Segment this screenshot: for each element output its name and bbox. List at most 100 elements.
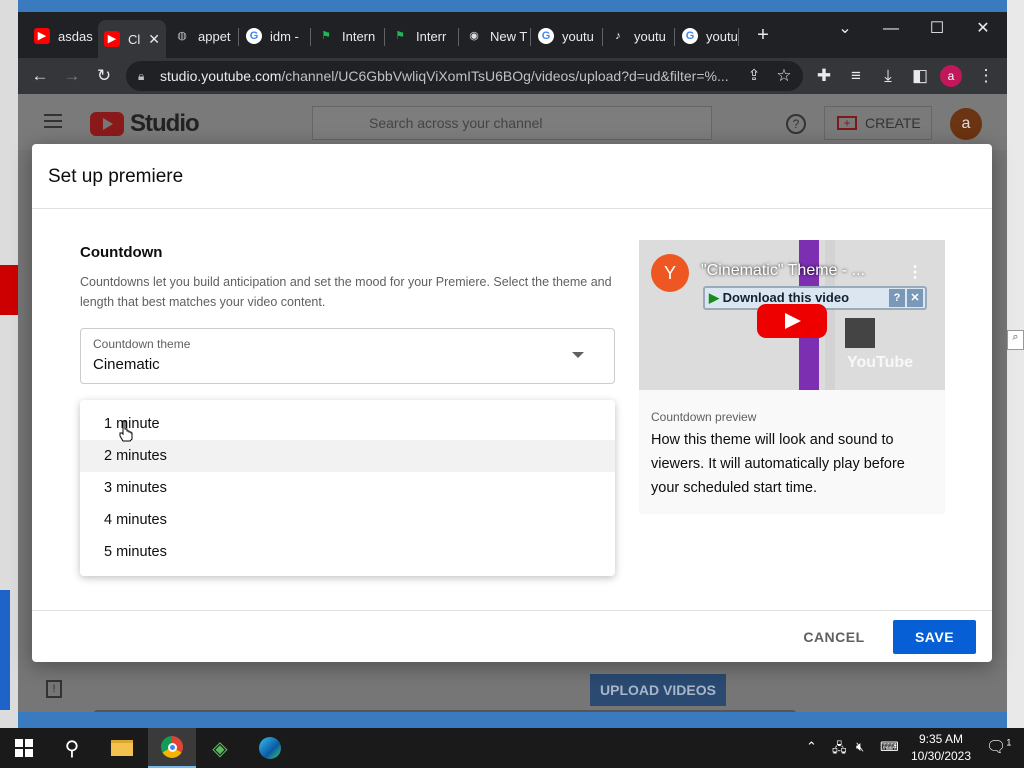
url-path: /channel/UC6GbbVwliqViXomITsU6BOg/videos… <box>281 68 729 84</box>
video-more-icon[interactable]: ⋮ <box>907 262 923 282</box>
idm-icon[interactable]: ◈ <box>196 728 244 768</box>
green-flag-icon: ⚑ <box>321 30 331 42</box>
hand-cursor-icon <box>119 420 133 442</box>
create-label: CREATE <box>865 115 921 131</box>
tab-4[interactable]: ⚑ Intern <box>312 24 382 48</box>
channel-avatar[interactable]: a <box>950 108 982 140</box>
youtube-icon: ▶ <box>34 28 50 44</box>
bookmark-star-icon[interactable]: ☆ <box>770 62 798 90</box>
youtube-logo-icon[interactable] <box>90 112 124 136</box>
keyboard-icon[interactable]: ⌨ <box>880 739 899 755</box>
tab-9[interactable]: G youtu <box>676 24 746 48</box>
countdown-length-menu: 1 minute 2 minutes 3 minutes 4 minutes 5… <box>80 400 615 576</box>
close-window-button[interactable]: ✕ <box>960 14 1006 44</box>
edge-icon[interactable] <box>246 728 294 768</box>
dropdown-caret-icon <box>572 352 584 358</box>
chrome-icon: ◉ <box>469 30 479 42</box>
countdown-theme-label: Countdown theme <box>93 337 191 351</box>
tab-8[interactable]: ♪ youtu <box>604 24 674 48</box>
channel-search-input[interactable]: Search across your channel <box>312 106 712 140</box>
new-tab-button[interactable]: + <box>740 20 786 50</box>
notification-count: 1 <box>1006 737 1012 748</box>
network-icon[interactable]: 🖧︎ <box>832 739 847 761</box>
forward-arrow-icon[interactable]: → <box>58 62 86 90</box>
tab-3[interactable]: G idm - <box>240 24 308 48</box>
tab-separator <box>530 28 531 46</box>
url-host: studio.youtube.com <box>160 68 282 84</box>
maximize-button[interactable]: ☐ <box>914 14 960 44</box>
preview-video-player[interactable]: Y "Cinematic" Theme - ... ⋮ ▶ Download t… <box>639 240 945 390</box>
video-title: "Cinematic" Theme - ... <box>701 262 865 279</box>
tab-separator <box>738 28 739 46</box>
lock-icon: 🔒︎ <box>138 69 145 83</box>
studio-header: Studio Search across your channel ? + CR… <box>18 94 1007 150</box>
menu-hamburger-icon[interactable] <box>44 114 62 128</box>
upload-videos-button[interactable]: UPLOAD VIDEOS <box>590 674 726 706</box>
menu-option-3-minutes[interactable]: 3 minutes <box>80 472 615 504</box>
tab-separator <box>384 28 385 46</box>
help-icon[interactable]: ? <box>786 114 806 134</box>
banner-help-icon[interactable]: ? <box>889 289 905 307</box>
tab-1[interactable]: ▶ Cl ✕ <box>98 20 166 58</box>
background-window-bar <box>0 590 10 710</box>
menu-option-2-minutes[interactable]: 2 minutes <box>80 440 615 472</box>
chrome-taskbar-icon[interactable] <box>148 728 196 768</box>
address-bar[interactable]: 🔒︎ studio.youtube.com/channel/UC6GbbVwli… <box>126 61 803 91</box>
back-arrow-icon[interactable]: ← <box>26 62 54 90</box>
tab-label: youtu <box>706 28 738 44</box>
menu-option-4-minutes[interactable]: 4 minutes <box>80 504 615 536</box>
volume-muted-icon[interactable]: 🔇︎ <box>856 739 864 755</box>
notification-center-icon[interactable]: 🗨︎1 <box>986 737 1011 757</box>
tab-separator <box>458 28 459 46</box>
tab-label: Intern <box>342 28 376 44</box>
search-icon[interactable]: ⚲ <box>48 728 96 768</box>
create-button[interactable]: + CREATE <box>824 106 932 140</box>
save-button[interactable]: SAVE <box>893 620 976 654</box>
cancel-button[interactable]: CANCEL <box>792 620 876 654</box>
countdown-theme-select[interactable]: Countdown theme Cinematic <box>80 328 615 384</box>
countdown-heading: Countdown <box>80 244 163 261</box>
tab-strip: ▶ asdas ▶ Cl ✕ ◍ appet G idm - ⚑ Intern … <box>18 12 1007 58</box>
minimize-button[interactable]: — <box>868 14 914 44</box>
download-play-icon: ▶ <box>709 290 719 305</box>
tab-search-chevron-icon[interactable]: ⌄ <box>822 14 868 44</box>
tab-separator <box>674 28 675 46</box>
youtube-watermark: YouTube <box>847 354 914 371</box>
countdown-theme-value: Cinematic <box>93 356 160 373</box>
extensions-puzzle-icon[interactable]: ✚ <box>810 62 838 90</box>
tab-label: appet <box>198 28 231 44</box>
horizontal-scrollbar[interactable] <box>94 710 796 712</box>
share-icon[interactable]: ⇪ <box>740 62 768 90</box>
profile-avatar[interactable]: a <box>940 65 962 87</box>
background-search-icon: ⌕ <box>1007 330 1024 350</box>
tab-6[interactable]: ◉ New T <box>460 24 530 48</box>
clock-date: 10/30/2023 <box>910 749 972 763</box>
tab-separator <box>238 28 239 46</box>
google-icon: G <box>538 28 554 44</box>
download-icon[interactable]: ⤓ <box>874 62 902 90</box>
start-button[interactable] <box>0 728 48 768</box>
tab-7[interactable]: G youtu <box>532 24 602 48</box>
more-menu-icon[interactable]: ⋮ <box>972 62 1000 90</box>
globe-icon: ◍ <box>177 30 187 42</box>
taskbar-clock[interactable]: 9:35 AM 10/30/2023 <box>908 731 974 765</box>
file-explorer-icon[interactable] <box>98 728 146 768</box>
media-queue-icon[interactable]: ≡ <box>842 62 870 90</box>
menu-option-5-minutes[interactable]: 5 minutes <box>80 536 615 568</box>
play-button-icon[interactable] <box>757 304 827 338</box>
setup-premiere-dialog: Set up premiere Countdown Countdowns let… <box>32 144 992 662</box>
tab-2[interactable]: ◍ appet <box>168 24 236 48</box>
video-frame-block <box>845 318 875 348</box>
close-tab-icon[interactable]: ✕ <box>148 31 160 48</box>
show-hidden-icons-chevron-icon[interactable]: ⌃ <box>806 739 817 755</box>
feedback-icon[interactable]: ! <box>46 680 62 698</box>
tab-5[interactable]: ⚑ Interr <box>386 24 456 48</box>
banner-close-icon[interactable]: ✕ <box>907 289 923 307</box>
channel-avatar-icon: Y <box>651 254 689 292</box>
tab-0[interactable]: ▶ asdas <box>28 24 98 48</box>
menu-option-1-minute[interactable]: 1 minute <box>80 408 615 440</box>
desktop-left-edge <box>0 0 22 728</box>
download-banner-text: Download this video <box>722 290 850 305</box>
reload-icon[interactable]: ↻ <box>90 62 118 90</box>
side-panel-icon[interactable]: ◧ <box>906 62 934 90</box>
